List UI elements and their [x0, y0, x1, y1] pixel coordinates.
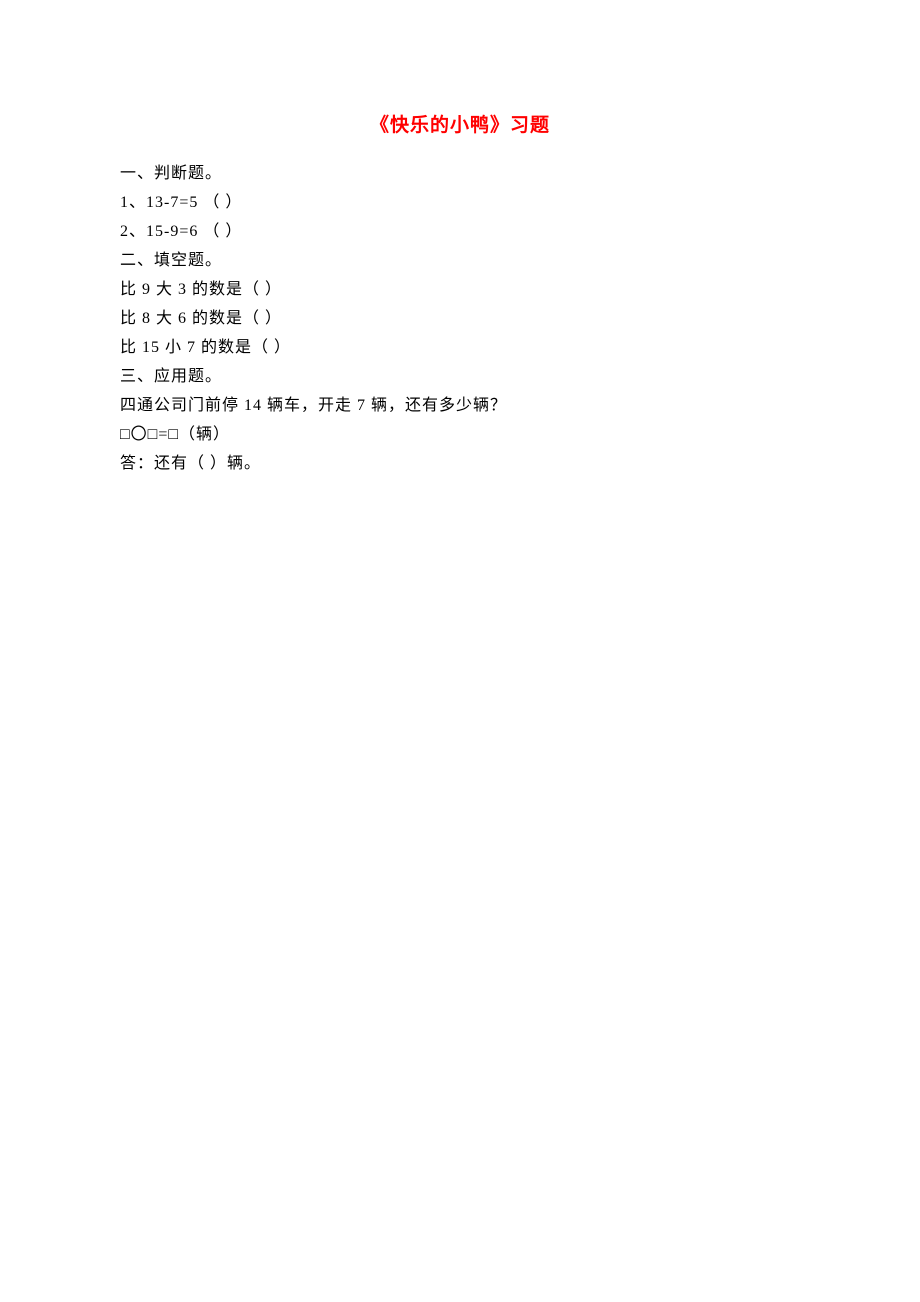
section-2-heading: 二、填空题。 [120, 246, 800, 275]
word-problem-expression: □〇□=□（辆） [120, 420, 800, 449]
document-title: 《快乐的小鸭》习题 [120, 110, 800, 137]
section-3-heading: 三、应用题。 [120, 362, 800, 391]
judgment-question-2: 2、15-9=6 （ ） [120, 217, 800, 246]
fill-blank-question-3: 比 15 小 7 的数是（ ） [120, 333, 800, 362]
judgment-question-1: 1、13-7=5 （ ） [120, 188, 800, 217]
fill-blank-question-2: 比 8 大 6 的数是（ ） [120, 304, 800, 333]
word-problem-text: 四通公司门前停 14 辆车，开走 7 辆，还有多少辆？ [120, 391, 800, 420]
fill-blank-question-1: 比 9 大 3 的数是（ ） [120, 275, 800, 304]
word-problem-answer: 答：还有（ ）辆。 [120, 449, 800, 478]
section-1-heading: 一、判断题。 [120, 159, 800, 188]
